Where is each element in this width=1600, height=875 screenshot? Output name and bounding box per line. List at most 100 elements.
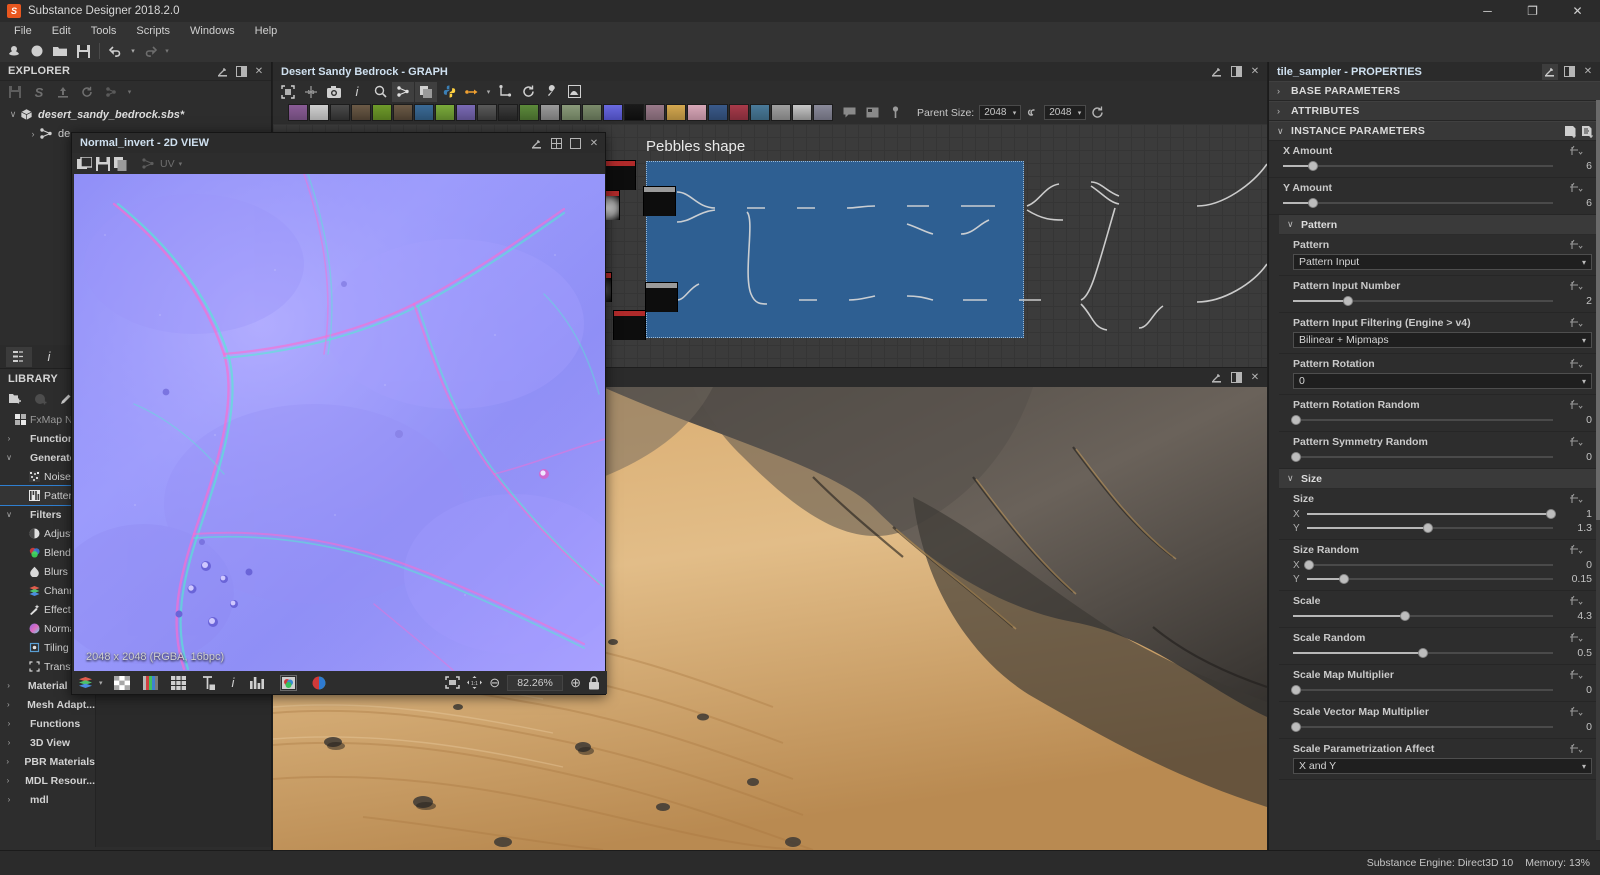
param-value[interactable]: 6: [1558, 160, 1592, 172]
menu-scripts[interactable]: Scripts: [126, 23, 180, 39]
function-toggle-icon[interactable]: [1570, 358, 1584, 370]
link-ratio-icon[interactable]: [1026, 107, 1039, 118]
section-instance-parameters[interactable]: ∨ INSTANCE PARAMETERS: [1269, 121, 1600, 141]
fit-view-icon[interactable]: [277, 82, 299, 102]
param-slider-y[interactable]: [1307, 522, 1553, 534]
function-toggle-icon[interactable]: [1570, 544, 1584, 556]
param-slider[interactable]: [1293, 451, 1553, 463]
menu-help[interactable]: Help: [245, 23, 288, 39]
chevron-right-icon[interactable]: ›: [3, 681, 14, 690]
graph-node-shape-bottom[interactable]: [613, 310, 646, 340]
maximize-panel-icon[interactable]: [1228, 370, 1244, 386]
node-frame-pebbles-shape[interactable]: [646, 161, 1024, 338]
chevron-down-icon[interactable]: ▾: [99, 679, 103, 687]
split-node[interactable]: [792, 104, 812, 121]
redo-icon[interactable]: [139, 41, 161, 61]
library-item-functions[interactable]: › Functions: [0, 714, 95, 733]
tile-grid-icon[interactable]: [171, 676, 186, 690]
chevron-right-icon[interactable]: ›: [26, 129, 40, 139]
library-item-mdl[interactable]: › mdl: [0, 790, 95, 809]
noise-node[interactable]: [414, 104, 434, 121]
frame-icon[interactable]: [861, 103, 883, 123]
function-toggle-icon[interactable]: [1570, 595, 1584, 607]
tree-icon[interactable]: [494, 82, 516, 102]
pixel-node[interactable]: [624, 104, 644, 121]
svg-node[interactable]: [309, 104, 329, 121]
bitmap-node[interactable]: [288, 104, 308, 121]
channels-icon[interactable]: [78, 676, 93, 689]
undock-icon[interactable]: [1209, 370, 1225, 386]
param-size[interactable]: Size X 1 Y 1.3: [1279, 489, 1600, 540]
function-toggle-icon[interactable]: [1570, 632, 1584, 644]
add-item-icon[interactable]: [29, 389, 51, 409]
graph-icon[interactable]: [392, 82, 414, 102]
param-value-x[interactable]: 1: [1558, 508, 1592, 520]
function-toggle-icon[interactable]: [1570, 239, 1584, 251]
cone-node[interactable]: [582, 104, 602, 121]
param-slider[interactable]: [1293, 414, 1553, 426]
merge-node[interactable]: [813, 104, 833, 121]
close-button[interactable]: ✕: [1555, 0, 1600, 22]
param-scale-vector-map-multiplier[interactable]: Scale Vector Map Multiplier 0: [1279, 702, 1600, 739]
chevron-down-icon[interactable]: ▾: [179, 160, 183, 168]
function-toggle-icon[interactable]: [1570, 436, 1584, 448]
info-icon[interactable]: i: [232, 675, 235, 690]
sharpen-node[interactable]: [435, 104, 455, 121]
param-scale-random[interactable]: Scale Random 0.5: [1279, 628, 1600, 665]
new-document-icon[interactable]: [3, 41, 25, 61]
param-value-x[interactable]: 0: [1558, 559, 1592, 571]
maximize-button[interactable]: ❐: [1510, 0, 1555, 22]
minimize-button[interactable]: ─: [1465, 0, 1510, 22]
section-attributes[interactable]: › ATTRIBUTES: [1269, 101, 1600, 121]
param-scale-map-multiplier[interactable]: Scale Map Multiplier 0: [1279, 665, 1600, 702]
undock-icon[interactable]: [1209, 64, 1225, 80]
param-slider[interactable]: [1293, 721, 1553, 733]
chevron-right-icon[interactable]: ›: [3, 434, 15, 443]
param-combo[interactable]: X and Y ▾: [1293, 758, 1592, 774]
save-image-icon[interactable]: [96, 157, 110, 171]
preset-load-icon[interactable]: [1581, 125, 1594, 138]
refresh-size-icon[interactable]: [1091, 106, 1104, 119]
library-item-pbr-materials[interactable]: › PBR Materials: [0, 752, 95, 771]
chevron-down-icon[interactable]: ∨: [3, 510, 15, 519]
param-scale-parametrization-affect[interactable]: Scale Parametrization Affect X and Y ▾: [1279, 739, 1600, 780]
subsection-pattern[interactable]: ∨ Pattern: [1279, 215, 1600, 235]
function-toggle-icon[interactable]: [1570, 669, 1584, 681]
param-value[interactable]: 0: [1558, 684, 1592, 696]
param-slider[interactable]: [1293, 647, 1553, 659]
text-node[interactable]: [687, 104, 707, 121]
library-item-3d-view[interactable]: › 3D View: [0, 733, 95, 752]
maximize-panel-icon[interactable]: [1561, 64, 1577, 80]
undock-icon[interactable]: [215, 63, 231, 79]
function-toggle-icon[interactable]: [1570, 493, 1584, 505]
maximize-panel-icon[interactable]: [1228, 64, 1244, 80]
resolution-icon[interactable]: 1:1: [300, 82, 322, 102]
camera-icon[interactable]: [323, 82, 345, 102]
param-scale[interactable]: Scale 4.3: [1279, 591, 1600, 628]
chevron-down-icon[interactable]: ∨: [6, 109, 20, 120]
param-pattern-input-number[interactable]: Pattern Input Number 2: [1279, 276, 1600, 313]
close-panel-icon[interactable]: ✕: [1247, 64, 1263, 80]
section-base-parameters[interactable]: › BASE PARAMETERS: [1269, 81, 1600, 101]
parent-size-y-combo[interactable]: 2048 ▾: [1044, 105, 1086, 120]
new-substance-icon[interactable]: [26, 41, 48, 61]
color-wheel-icon[interactable]: [312, 676, 326, 690]
maximize-panel-icon[interactable]: [567, 135, 583, 151]
param-size-random[interactable]: Size Random X 0 Y 0.15: [1279, 540, 1600, 591]
properties-scrollbar[interactable]: [1596, 100, 1600, 840]
maximize-panel-icon[interactable]: [233, 63, 249, 79]
triangle-node[interactable]: [666, 104, 686, 121]
function-toggle-icon[interactable]: [1570, 145, 1584, 157]
actual-size-icon[interactable]: 1:1: [467, 676, 482, 689]
param-combo[interactable]: 0 ▾: [1293, 373, 1592, 389]
fill-node[interactable]: [729, 104, 749, 121]
histogram-icon[interactable]: [250, 676, 264, 689]
graph-link-icon[interactable]: [142, 158, 156, 169]
tile-node[interactable]: [477, 104, 497, 121]
color-bar-icon[interactable]: [143, 676, 158, 690]
param-slider-y[interactable]: [1307, 573, 1553, 585]
chevron-down-icon[interactable]: ▾: [484, 82, 493, 102]
close-panel-icon[interactable]: ✕: [251, 63, 267, 79]
close-panel-icon[interactable]: ✕: [1247, 370, 1263, 386]
undock-icon[interactable]: [1542, 64, 1558, 80]
